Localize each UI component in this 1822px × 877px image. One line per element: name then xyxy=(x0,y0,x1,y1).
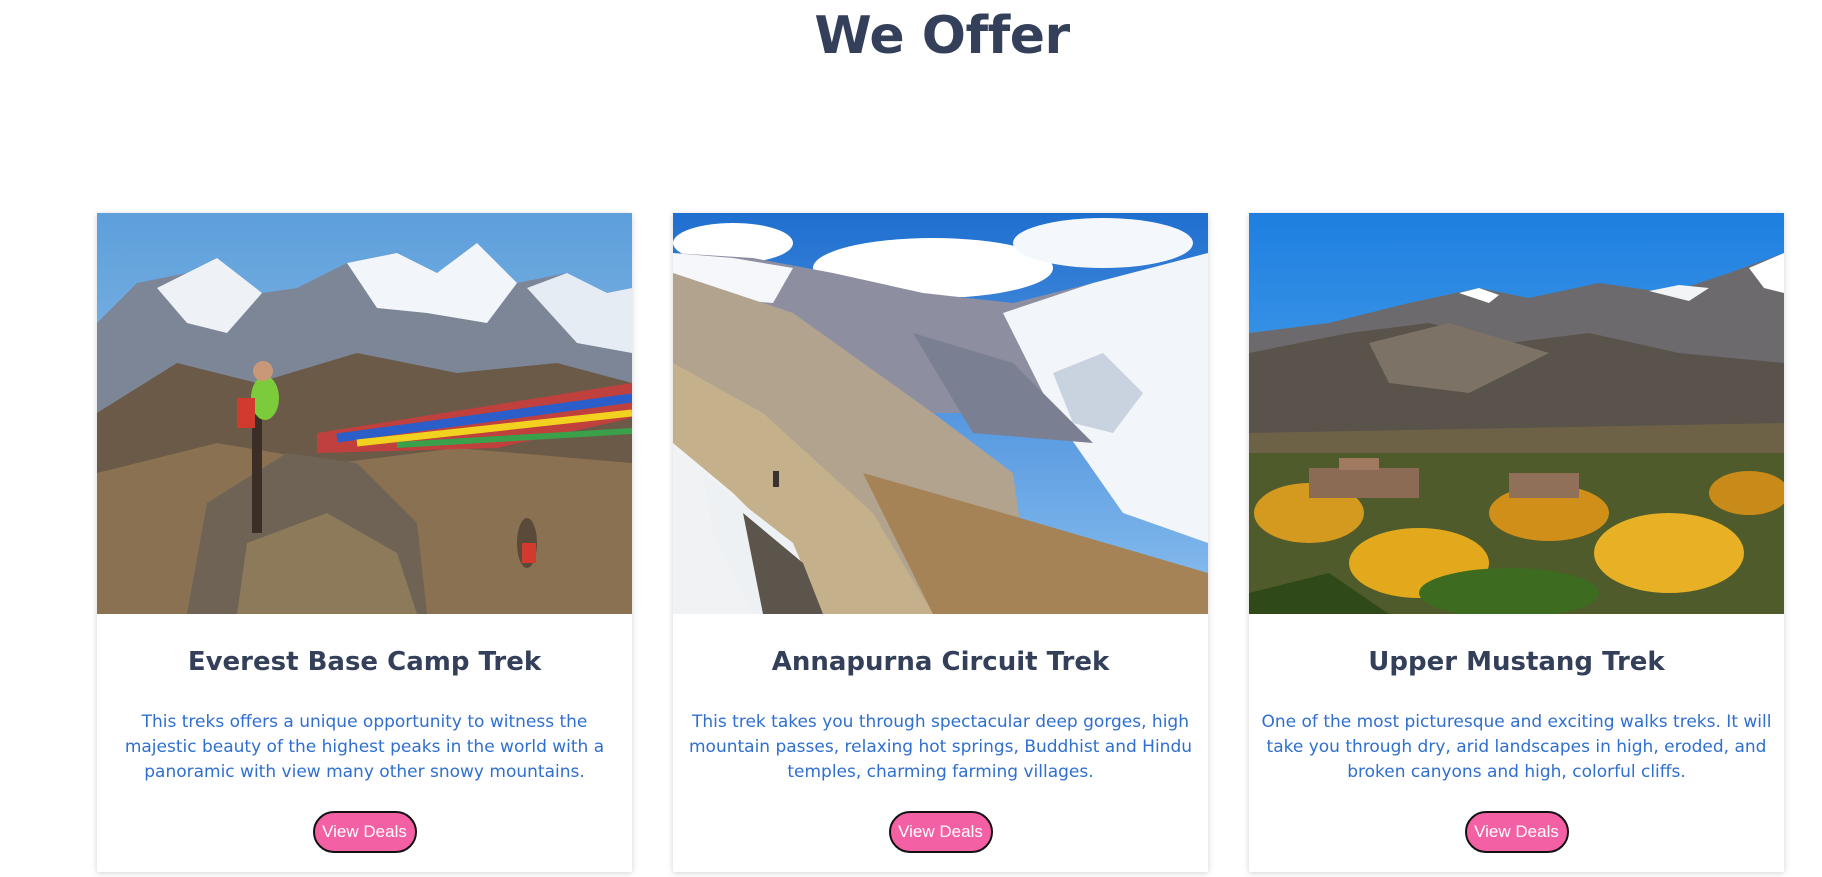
trek-title: Upper Mustang Trek xyxy=(1368,647,1665,677)
view-deals-button[interactable]: View Deals xyxy=(1464,811,1569,853)
trek-image-upper-mustang xyxy=(1249,213,1784,614)
trek-title: Everest Base Camp Trek xyxy=(187,647,542,677)
section-title: We Offer xyxy=(814,6,1070,66)
view-deals-button[interactable]: View Deals xyxy=(312,811,417,853)
trek-image-everest xyxy=(97,213,632,614)
trek-description: One of the most picturesque and exciting… xyxy=(1261,712,1772,782)
trek-description: This treks offers a unique opportunity t… xyxy=(124,712,605,782)
trek-card-upper-mustang: Upper Mustang Trek One of the most pictu… xyxy=(1249,213,1784,872)
trek-title: Annapurna Circuit Trek xyxy=(771,647,1110,677)
view-deals-button[interactable]: View Deals xyxy=(888,811,993,853)
trek-card-annapurna: Annapurna Circuit Trek This trek takes y… xyxy=(673,213,1208,872)
trek-image-annapurna xyxy=(673,213,1208,614)
trek-description: This trek takes you through spectacular … xyxy=(688,712,1193,782)
trek-card-everest: Everest Base Camp Trek This treks offers… xyxy=(97,213,632,872)
